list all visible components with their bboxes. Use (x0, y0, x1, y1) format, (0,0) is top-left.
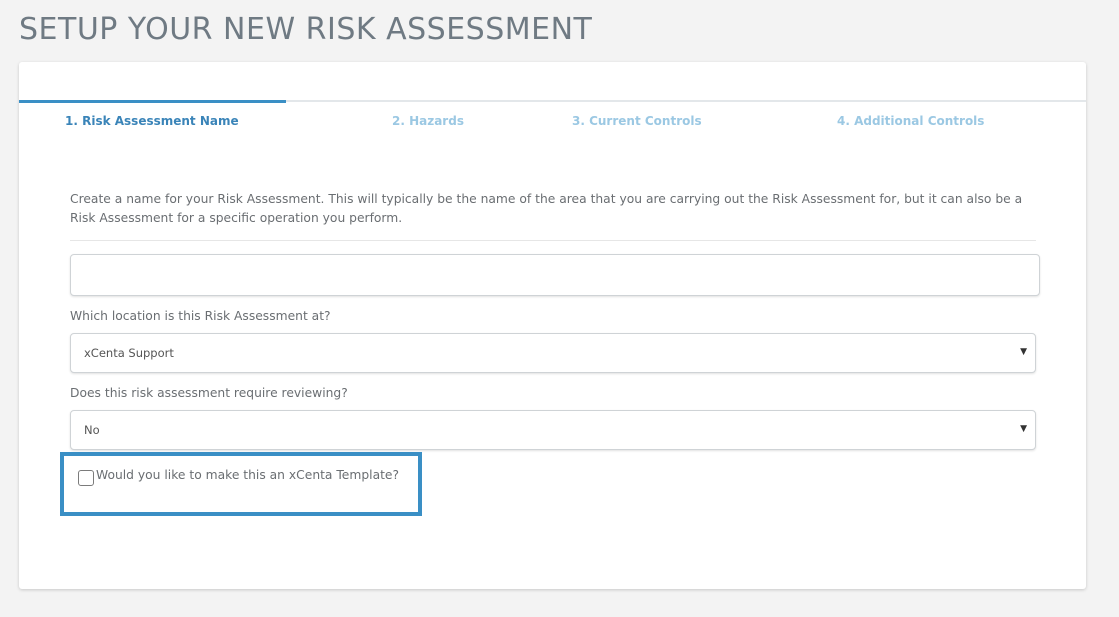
caret-down-icon: ▼ (1020, 347, 1027, 357)
wizard-card: 1. Risk Assessment Name 2. Hazards 3. Cu… (19, 62, 1086, 589)
template-option-highlight: Would you like to make this an xCenta Te… (60, 452, 422, 516)
review-select[interactable]: No ▼ (70, 410, 1036, 450)
template-checkbox-label[interactable]: Would you like to make this an xCenta Te… (96, 468, 399, 482)
location-selected-value: xCenta Support (84, 346, 174, 360)
intro-text: Create a name for your Risk Assessment. … (70, 192, 1023, 225)
page-title: SETUP YOUR NEW RISK ASSESSMENT (19, 12, 593, 47)
tab-current-controls[interactable]: 3. Current Controls (572, 114, 702, 128)
caret-down-icon: ▼ (1020, 424, 1027, 434)
tab-additional-controls[interactable]: 4. Additional Controls (837, 114, 984, 128)
risk-assessment-name-input[interactable] (70, 254, 1040, 296)
active-tab-indicator (19, 100, 286, 103)
location-label: Which location is this Risk Assessment a… (70, 309, 331, 323)
divider (70, 240, 1036, 241)
review-selected-value: No (84, 423, 100, 437)
location-select[interactable]: xCenta Support ▼ (70, 333, 1036, 373)
tab-risk-assessment-name[interactable]: 1. Risk Assessment Name (65, 114, 239, 128)
template-checkbox[interactable] (78, 470, 94, 486)
review-label: Does this risk assessment require review… (70, 386, 348, 400)
wizard-tabs: 1. Risk Assessment Name 2. Hazards 3. Cu… (19, 100, 1086, 142)
tab-hazards[interactable]: 2. Hazards (392, 114, 464, 128)
